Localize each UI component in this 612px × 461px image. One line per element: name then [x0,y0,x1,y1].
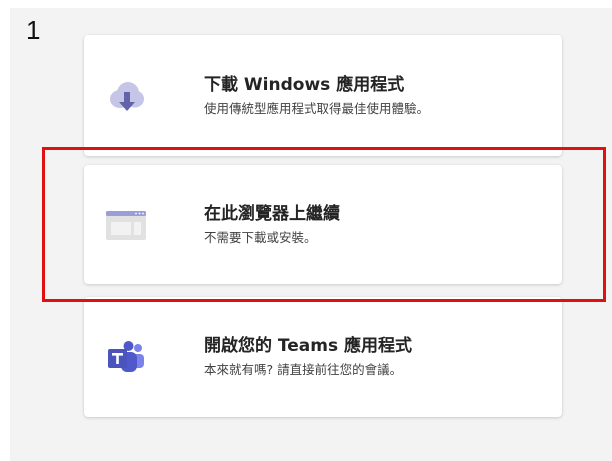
download-option-subtitle: 使用傳統型應用程式取得最佳使用體驗。 [204,100,430,116]
teams-logo-icon [104,335,148,379]
teams-option-text: 開啟您的 Teams 應用程式 本來就有嗎? 請直接前往您的會議。 [204,334,412,380]
browser-window-icon [104,203,148,247]
teams-option-subtitle: 本來就有嗎? 請直接前往您的會議。 [204,362,403,377]
browser-option-text: 在此瀏覽器上繼續 不需要下載或安裝。 [204,202,340,248]
open-teams-app-option[interactable]: 開啟您的 Teams 應用程式 本來就有嗎? 請直接前往您的會議。 [84,297,562,417]
download-option-title: 下載 Windows 應用程式 [204,74,405,95]
download-windows-app-option[interactable]: 下載 Windows 應用程式 使用傳統型應用程式取得最佳使用體驗。 [84,35,562,156]
screenshot-canvas: 1 下載 Windows 應用程式 使用傳統型應用程式取得最佳使用體驗。 在此瀏… [0,0,612,461]
browser-option-subtitle: 不需要下載或安裝。 [204,229,317,245]
step-number-label: 1 [26,15,41,45]
browser-option-title: 在此瀏覽器上繼續 [204,203,340,224]
cloud-download-icon [104,74,148,118]
teams-option-title: 開啟您的 Teams 應用程式 [204,336,413,356]
continue-in-browser-option[interactable]: 在此瀏覽器上繼續 不需要下載或安裝。 [84,165,562,284]
download-option-text: 下載 Windows 應用程式 使用傳統型應用程式取得最佳使用體驗。 [204,73,429,119]
